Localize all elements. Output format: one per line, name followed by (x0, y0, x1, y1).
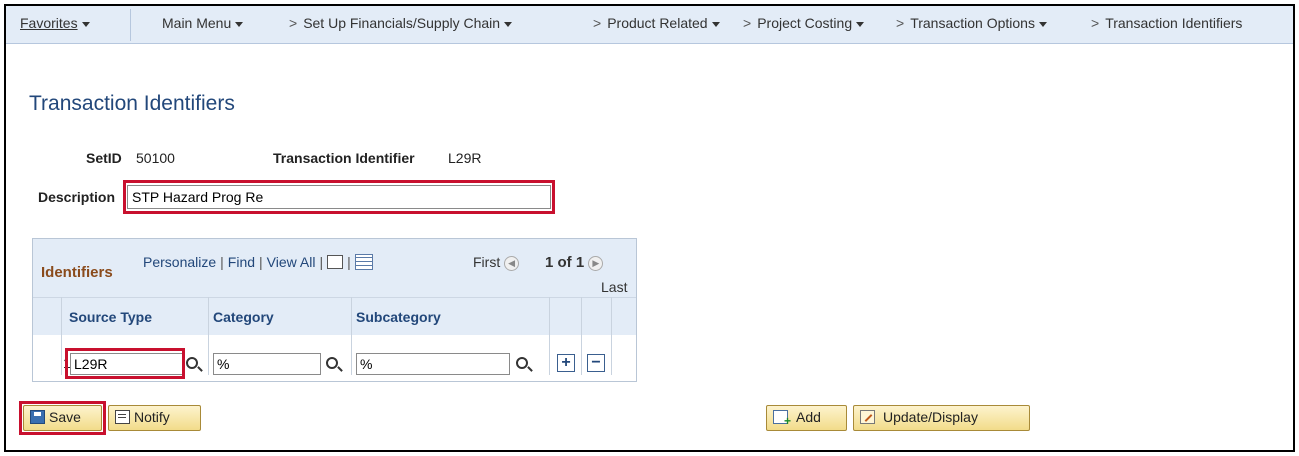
chevron-down-icon (235, 21, 244, 27)
setid-label: SetID (86, 150, 122, 166)
update-display-icon (860, 410, 875, 424)
source-type-lookup-icon[interactable] (186, 357, 198, 369)
nav-main-menu[interactable]: Main Menu (162, 15, 244, 31)
setid-value: 50100 (136, 150, 175, 166)
description-field[interactable] (127, 185, 551, 209)
previous-arrow-icon[interactable]: ◀ (504, 256, 520, 271)
notify-button[interactable]: Notify (108, 405, 201, 431)
grid-toolbar: Personalize | Find | View All | | (143, 254, 373, 270)
category-lookup-icon[interactable] (326, 357, 338, 369)
column-divider (351, 297, 352, 375)
next-arrow-icon[interactable]: ▶ (588, 256, 604, 271)
subcategory-lookup-icon[interactable] (516, 357, 528, 369)
breadcrumb-chevron-icon: > (593, 15, 602, 31)
chevron-down-icon (504, 21, 513, 27)
page-title: Transaction Identifiers (29, 92, 235, 115)
last-link[interactable]: Last (601, 279, 627, 295)
new-window-icon[interactable] (327, 255, 344, 269)
breadcrumb-chevron-icon: > (743, 15, 752, 31)
nav-divider (130, 9, 131, 41)
first-link[interactable]: First ◀ (473, 254, 520, 271)
download-grid-icon[interactable] (354, 254, 373, 270)
delete-row-icon[interactable]: − (587, 354, 605, 372)
transaction-identifier-value: L29R (448, 150, 482, 166)
add-row-icon[interactable]: + (557, 354, 575, 372)
find-link[interactable]: Find (228, 254, 255, 270)
grid-title: Identifiers (41, 264, 113, 281)
nav-project-costing[interactable]: > Project Costing (743, 15, 865, 31)
favorites-menu[interactable]: Favorites (20, 15, 90, 31)
column-divider (581, 297, 582, 375)
breadcrumb-nav: Favorites Main Menu > Set Up Financials/S… (6, 6, 1293, 44)
identifiers-grid: Identifiers Personalize | Find | View All | | … (32, 238, 637, 382)
column-divider (549, 297, 550, 375)
breadcrumb-chevron-icon: > (1091, 15, 1100, 31)
column-divider (611, 297, 612, 375)
add-icon (773, 410, 791, 428)
chevron-down-icon (81, 21, 90, 27)
category-field[interactable] (213, 353, 321, 375)
update-display-button[interactable]: Update/Display (853, 405, 1030, 431)
breadcrumb-chevron-icon: > (896, 15, 905, 31)
view-all-link[interactable]: View All (267, 254, 316, 270)
nav-transaction-identifiers[interactable]: > Transaction Identifiers (1091, 15, 1242, 31)
column-header-row: Source Type Category Subcategory (33, 297, 636, 335)
subcategory-field[interactable] (356, 353, 510, 375)
chevron-down-icon (711, 21, 720, 27)
chevron-down-icon (856, 21, 865, 27)
chevron-down-icon (1038, 21, 1047, 27)
breadcrumb-chevron-icon: > (289, 15, 298, 31)
column-header-subcategory[interactable]: Subcategory (356, 309, 441, 325)
description-label: Description (38, 189, 116, 205)
add-button[interactable]: Add (766, 405, 847, 431)
column-divider (208, 297, 209, 375)
grid-header: Identifiers Personalize | Find | View All | | … (33, 239, 636, 297)
save-icon (30, 410, 45, 424)
personalize-link[interactable]: Personalize (143, 254, 216, 270)
source-type-field[interactable] (70, 353, 183, 375)
nav-setup-financials[interactable]: > Set Up Financials/Supply Chain (289, 15, 513, 31)
transaction-identifier-label: Transaction Identifier (273, 150, 415, 166)
column-divider (61, 297, 62, 375)
column-header-source-type[interactable]: Source Type (69, 309, 152, 325)
save-button[interactable]: Save (23, 405, 102, 431)
nav-product-related[interactable]: > Product Related (593, 15, 720, 31)
app-frame: Favorites Main Menu > Set Up Financials/S… (4, 4, 1295, 452)
row-count: 1 of 1 ▶ (545, 254, 604, 271)
nav-transaction-options[interactable]: > Transaction Options (896, 15, 1047, 31)
column-header-category[interactable]: Category (213, 309, 274, 325)
notify-icon (115, 410, 130, 424)
